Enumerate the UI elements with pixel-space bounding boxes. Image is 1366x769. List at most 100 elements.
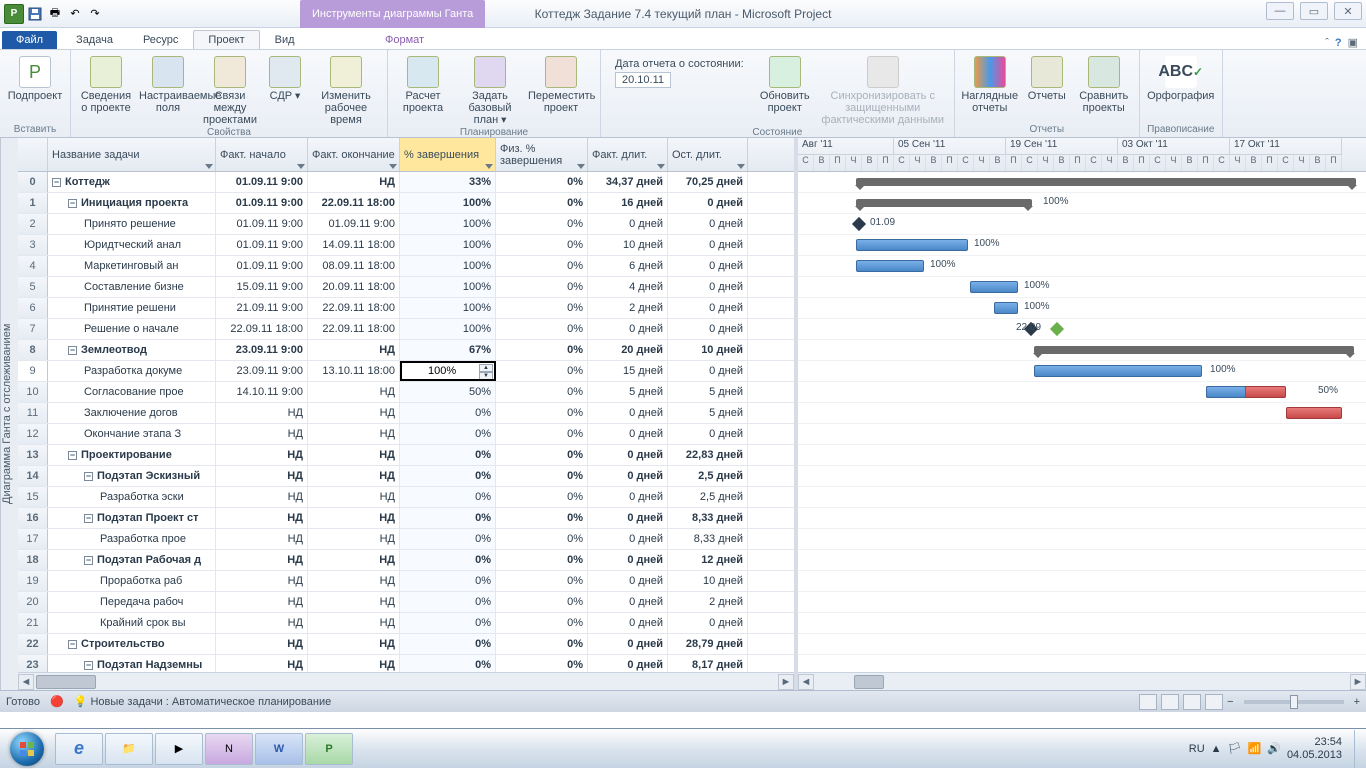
table-row[interactable]: 1 −Инициация проекта 01.09.11 9:00 22.09… [18,193,794,214]
table-row[interactable]: 2 Принято решение 01.09.11 9:00 01.09.11… [18,214,794,235]
window-controls: — ▭ ✕ [1266,2,1362,20]
table-row[interactable]: 7 Решение о начале 22.09.11 18:00 22.09.… [18,319,794,340]
tray-network-icon[interactable]: 📶 [1248,742,1262,755]
group-properties: Сведения о проекте Настраиваемые поля Св… [71,50,388,137]
table-row[interactable]: 15 Разработка эски НД НД 0% 0% 0 дней 2,… [18,487,794,508]
header-phys-pct[interactable]: Физ. % завершения [496,138,588,171]
taskbar-ie[interactable]: e [55,733,103,765]
table-row[interactable]: 10 Согласование прое 14.10.11 9:00 НД 50… [18,382,794,403]
view-resource-icon[interactable] [1205,694,1223,710]
table-row[interactable]: 22 −Строительство НД НД 0% 0% 0 дней 28,… [18,634,794,655]
calc-project-button[interactable]: Расчет проекта [394,54,452,114]
window-icon[interactable]: ▣ [1348,36,1358,49]
table-row[interactable]: 17 Разработка прое НД НД 0% 0% 0 дней 8,… [18,529,794,550]
group-insert: PПодпроект Вставить [0,50,71,137]
table-row[interactable]: 12 Окончание этапа З НД НД 0% 0% 0 дней … [18,424,794,445]
table-row[interactable]: 20 Передача рабоч НД НД 0% 0% 0 дней 2 д… [18,592,794,613]
table-row[interactable]: 8 −Землеотвод 23.09.11 9:00 НД 67% 0% 20… [18,340,794,361]
start-button[interactable] [0,729,54,769]
table-row[interactable]: 4 Маркетинговый ан 01.09.11 9:00 08.09.1… [18,256,794,277]
header-pct-complete[interactable]: % завершения [400,138,496,171]
tray-flag-icon[interactable]: 🏳 [1228,742,1242,755]
view-gantt-icon[interactable] [1139,694,1157,710]
gantt-hscroll[interactable]: ◄► [798,672,1366,690]
table-row[interactable]: 21 Крайний срок вы НД НД 0% 0% 0 дней 0 … [18,613,794,634]
set-baseline-button[interactable]: Задать базовый план ▾ [456,54,524,126]
tab-file[interactable]: Файл [2,31,57,49]
view-usage-icon[interactable] [1161,694,1179,710]
table-row[interactable]: 11 Заключение догов НД НД 0% 0% 0 дней 5… [18,403,794,424]
table-row[interactable]: 5 Составление бизне 15.09.11 9:00 20.09.… [18,277,794,298]
links-button[interactable]: Связи между проектами [201,54,259,126]
project-info-button[interactable]: Сведения о проекте [77,54,135,114]
table-row[interactable]: 16 −Подэтап Проект ст НД НД 0% 0% 0 дней… [18,508,794,529]
tray-clock[interactable]: 23:5404.05.2013 [1287,736,1348,762]
grid-hscroll[interactable]: ◄► [18,672,794,690]
macro-icon[interactable]: 🔴 [50,695,64,708]
custom-fields-button[interactable]: Настраиваемые поля [139,54,197,114]
save-icon[interactable] [26,5,44,23]
update-project-button[interactable]: Обновить проект [756,54,814,114]
wbs-button[interactable]: СДР ▾ [263,54,307,102]
table-row[interactable]: 19 Проработка раб НД НД 0% 0% 0 дней 10 … [18,571,794,592]
window-title: Коттедж Задание 7.4 текущий план - Micro… [535,7,832,21]
tab-format[interactable]: Формат [370,30,439,49]
header-remaining-dur[interactable]: Ост. длит. [668,138,748,171]
show-desktop-button[interactable] [1354,730,1362,768]
table-row[interactable]: 18 −Подэтап Рабочая д НД НД 0% 0% 0 дней… [18,550,794,571]
subproject-button[interactable]: PПодпроект [6,54,64,102]
reports-button[interactable]: Отчеты [1023,54,1071,102]
taskbar-onenote[interactable]: N [205,733,253,765]
header-actual-start[interactable]: Факт. начало [216,138,308,171]
tab-resource[interactable]: Ресурс [128,30,193,49]
status-date-value[interactable]: 20.10.11 [615,72,671,88]
tray-volume-icon[interactable]: 🔊 [1267,742,1281,755]
spelling-button[interactable]: ABC✓Орфография [1146,54,1216,102]
gantt-chart: Авг '1105 Сен '1119 Сен '1103 Окт '1117 … [798,138,1366,690]
task-grid: Название задачи Факт. начало Факт. оконч… [18,138,798,690]
zoom-out-icon[interactable]: − [1227,696,1233,708]
print-icon[interactable]: 🖶 [46,5,64,23]
header-actual-finish[interactable]: Факт. окончание [308,138,400,171]
tray-arrow-icon[interactable]: ▲ [1211,743,1222,755]
taskbar-wmp[interactable]: ▶ [155,733,203,765]
tab-project[interactable]: Проект [193,30,259,49]
tab-task[interactable]: Задача [61,30,128,49]
header-actual-dur[interactable]: Факт. длит. [588,138,668,171]
view-team-icon[interactable] [1183,694,1201,710]
taskbar-explorer[interactable]: 📁 [105,733,153,765]
taskbar-word[interactable]: W [255,733,303,765]
zoom-slider[interactable] [1244,700,1344,704]
table-row[interactable]: 9 Разработка докуме 23.09.11 9:00 13.10.… [18,361,794,382]
restore-button[interactable]: ▭ [1300,2,1328,20]
taskbar-project[interactable]: P [305,733,353,765]
table-row[interactable]: 14 −Подэтап Эскизный НД НД 0% 0% 0 дней … [18,466,794,487]
tab-view[interactable]: Вид [260,30,310,49]
close-button[interactable]: ✕ [1334,2,1362,20]
compare-projects-button[interactable]: Сравнить проекты [1075,54,1133,114]
change-worktime-button[interactable]: Изменить рабочее время [311,54,381,126]
status-ready: Готово [6,696,40,708]
visual-reports-button[interactable]: Наглядные отчеты [961,54,1019,114]
tray-lang[interactable]: RU [1189,743,1205,755]
help-icon[interactable]: ? [1335,37,1342,49]
group-reports: Наглядные отчеты Отчеты Сравнить проекты… [955,50,1140,137]
undo-icon[interactable]: ↶ [66,5,84,23]
group-proofing: ABC✓Орфография Правописание [1140,50,1223,137]
header-select-all[interactable] [18,138,48,171]
header-name[interactable]: Название задачи [48,138,216,171]
new-tasks-mode[interactable]: 💡 Новые задачи : Автоматическое планиров… [74,695,332,708]
table-row[interactable]: 6 Принятие решени 21.09.11 9:00 22.09.11… [18,298,794,319]
grid-header: Название задачи Факт. начало Факт. оконч… [18,138,794,172]
minimize-ribbon-icon[interactable]: ˆ [1325,37,1329,49]
redo-icon[interactable]: ↷ [86,5,104,23]
move-project-button[interactable]: Переместить проект [528,54,594,114]
zoom-in-icon[interactable]: + [1354,696,1360,708]
minimize-button[interactable]: — [1266,2,1294,20]
sync-protected-button: Синхронизировать с защищенными фактическ… [818,54,948,126]
table-row[interactable]: 0 −Коттедж 01.09.11 9:00 НД 33% 0% 34,37… [18,172,794,193]
table-row[interactable]: 3 Юридтческий анал 01.09.11 9:00 14.09.1… [18,235,794,256]
table-row[interactable]: 23 −Подэтап Надземны НД НД 0% 0% 0 дней … [18,655,794,672]
gantt-body[interactable]: 100% 01.09 100% 100% 100% 100% 22.09 100… [798,172,1366,676]
table-row[interactable]: 13 −Проектирование НД НД 0% 0% 0 дней 22… [18,445,794,466]
